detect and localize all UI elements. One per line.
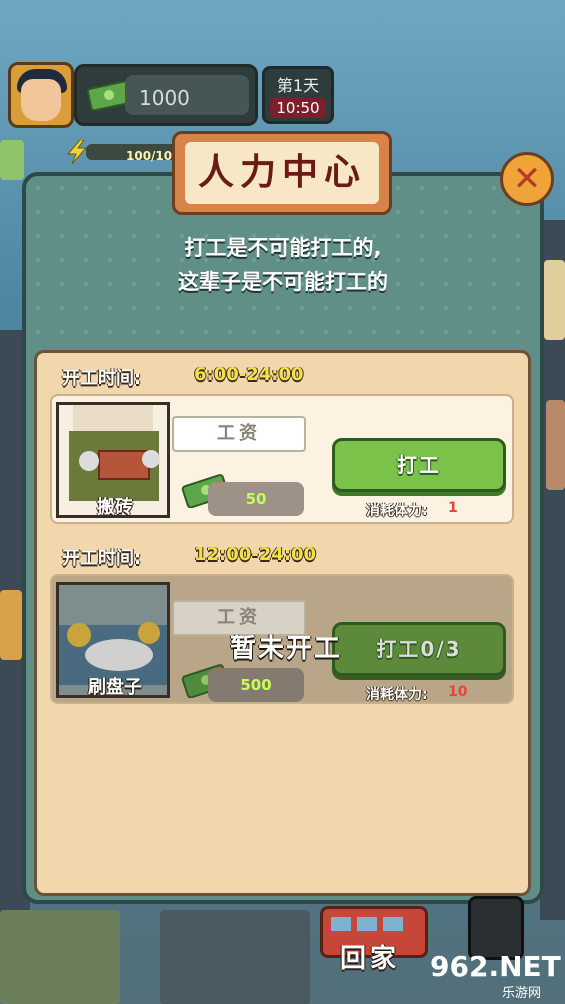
not-open-overlay: 暂未开工 — [230, 634, 343, 664]
title-inner: 人力中心 — [185, 142, 379, 204]
money-display: 1000 — [74, 64, 258, 126]
job-card-brick[interactable]: 搬砖 工资 50 打工 消耗体力: 1 — [50, 394, 514, 524]
work-button-label: 打工 — [397, 453, 441, 477]
clock-label: 10:50 — [270, 98, 326, 118]
day-label: 第1天 — [276, 76, 320, 95]
wage-amount-box: 500 — [208, 668, 304, 702]
job-image-dishes: 刷盘子 — [56, 582, 170, 698]
job-name-brick: 搬砖 — [97, 497, 133, 518]
avatar-face — [21, 79, 61, 121]
wage-amount: 500 — [240, 676, 272, 694]
wage-amount-box: 50 — [208, 482, 304, 516]
go-home-button[interactable]: 回家 — [340, 938, 400, 975]
wage-tag: 工资 — [172, 416, 306, 452]
stamina-cost-label: 消耗体力: — [366, 503, 428, 519]
job-image-brick: 搬砖 — [56, 402, 170, 518]
wage-amount: 50 — [245, 490, 267, 508]
money-amount: 1000 — [139, 86, 190, 110]
player-avatar[interactable] — [8, 62, 74, 128]
wage-label: 工资 — [217, 607, 261, 628]
job-time-value: 6:00-24:00 — [194, 364, 304, 385]
job-name-dishes: 刷盘子 — [88, 677, 142, 698]
watermark-sub: 乐游网 — [502, 986, 542, 1001]
close-icon: ✕ — [512, 159, 542, 199]
stamina-cost-label: 消耗体力: — [366, 687, 428, 703]
watermark-main: 962.NET — [430, 950, 561, 983]
wage-label: 工资 — [217, 423, 261, 444]
close-button[interactable]: ✕ — [500, 152, 554, 206]
stamina-cost-value: 10 — [448, 684, 468, 700]
watermark: 962.NET 乐游网 — [424, 948, 561, 1001]
work-button[interactable]: 打工 — [332, 438, 506, 492]
job-time-value: 12:00-24:00 — [194, 544, 317, 565]
work-button: 打工0/3 — [332, 622, 506, 676]
job-time-label: 开工时间: — [62, 368, 142, 389]
subtitle-line-1: 打工是不可能打工的, — [184, 236, 382, 260]
title-plate: 人力中心 — [172, 131, 392, 215]
subtitle-line-2: 这辈子是不可能打工的 — [178, 270, 388, 294]
job-time-label: 开工时间: — [62, 548, 142, 569]
work-button-label: 打工0/3 — [376, 637, 462, 661]
stamina-cost-value: 1 — [448, 500, 458, 516]
panel-title: 人力中心 — [197, 152, 366, 193]
day-time-display: 第1天 10:50 — [262, 66, 334, 124]
